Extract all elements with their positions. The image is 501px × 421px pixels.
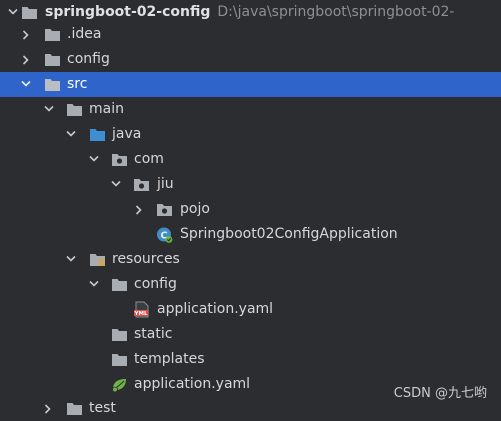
tree-row-pojo[interactable]: pojo: [0, 197, 501, 222]
folder-icon: [44, 51, 61, 68]
yaml-file-icon: YML: [133, 301, 150, 318]
tree-row-jiu[interactable]: jiu: [0, 172, 501, 197]
tree-row-resources-config[interactable]: config: [0, 272, 501, 297]
tree-label: java: [112, 126, 142, 142]
chevron-right-icon[interactable]: [44, 404, 52, 414]
chevron-right-icon[interactable]: [135, 205, 143, 215]
tree-row-resources[interactable]: resources: [0, 247, 501, 272]
folder-icon: [21, 4, 38, 21]
tree-label: application.yaml: [134, 376, 251, 392]
chevron-down-icon[interactable]: [66, 130, 76, 138]
tree-row-src[interactable]: src: [0, 72, 501, 97]
package-icon: [111, 151, 128, 168]
tree-label: application.yaml: [157, 301, 274, 317]
tree-label: test: [89, 400, 116, 416]
tree-row-idea[interactable]: .idea: [0, 22, 501, 47]
spring-yaml-icon: [111, 376, 128, 393]
tree-row-springboot-application[interactable]: C Springboot02ConfigApplication: [0, 222, 501, 247]
tree-label: src: [67, 76, 88, 92]
tree-label: com: [134, 151, 164, 167]
chevron-down-icon[interactable]: [21, 80, 31, 88]
package-icon: [156, 201, 173, 218]
folder-icon: [44, 26, 61, 43]
tree-label: templates: [134, 351, 205, 367]
tree-label: Springboot02ConfigApplication: [180, 226, 398, 242]
chevron-down-icon[interactable]: [66, 255, 76, 263]
project-tree: springboot-02-config D:\java\springboot\s…: [0, 0, 501, 416]
tree-row-templates[interactable]: templates: [0, 347, 501, 372]
chevron-down-icon[interactable]: [89, 280, 99, 288]
chevron-down-icon[interactable]: [44, 105, 54, 113]
folder-icon: [111, 276, 128, 293]
tree-label: main: [89, 101, 124, 117]
folder-icon: [111, 326, 128, 343]
svg-text:YML: YML: [134, 311, 148, 317]
tree-row-static[interactable]: static: [0, 322, 501, 347]
folder-icon: [111, 351, 128, 368]
project-path: D:\java\springboot\springboot-02-: [217, 4, 455, 20]
watermark: CSDN @九七哟: [393, 386, 487, 401]
chevron-down-icon[interactable]: [8, 8, 18, 16]
chevron-right-icon[interactable]: [22, 55, 30, 65]
folder-icon: [66, 101, 83, 118]
tree-label: .idea: [67, 26, 102, 42]
folder-icon: [66, 400, 83, 417]
tree-row-com[interactable]: com: [0, 147, 501, 172]
source-folder-icon: [89, 126, 106, 143]
chevron-down-icon[interactable]: [111, 180, 121, 188]
tree-row-config-application-yaml[interactable]: YML application.yaml: [0, 297, 501, 322]
tree-label: config: [134, 276, 177, 292]
chevron-down-icon[interactable]: [89, 155, 99, 163]
package-icon: [133, 176, 150, 193]
tree-label: resources: [112, 251, 180, 267]
tree-label: config: [67, 51, 110, 67]
chevron-right-icon[interactable]: [22, 30, 30, 40]
spring-boot-class-icon: C: [156, 226, 173, 243]
resources-folder-icon: [89, 251, 106, 268]
tree-row-config[interactable]: config: [0, 47, 501, 72]
tree-label: pojo: [180, 201, 210, 217]
tree-label: static: [134, 326, 173, 342]
tree-row-java[interactable]: java: [0, 122, 501, 147]
project-name: springboot-02-config: [45, 4, 211, 20]
tree-label: jiu: [157, 176, 174, 192]
tree-row-main[interactable]: main: [0, 97, 501, 122]
folder-icon: [44, 76, 61, 93]
